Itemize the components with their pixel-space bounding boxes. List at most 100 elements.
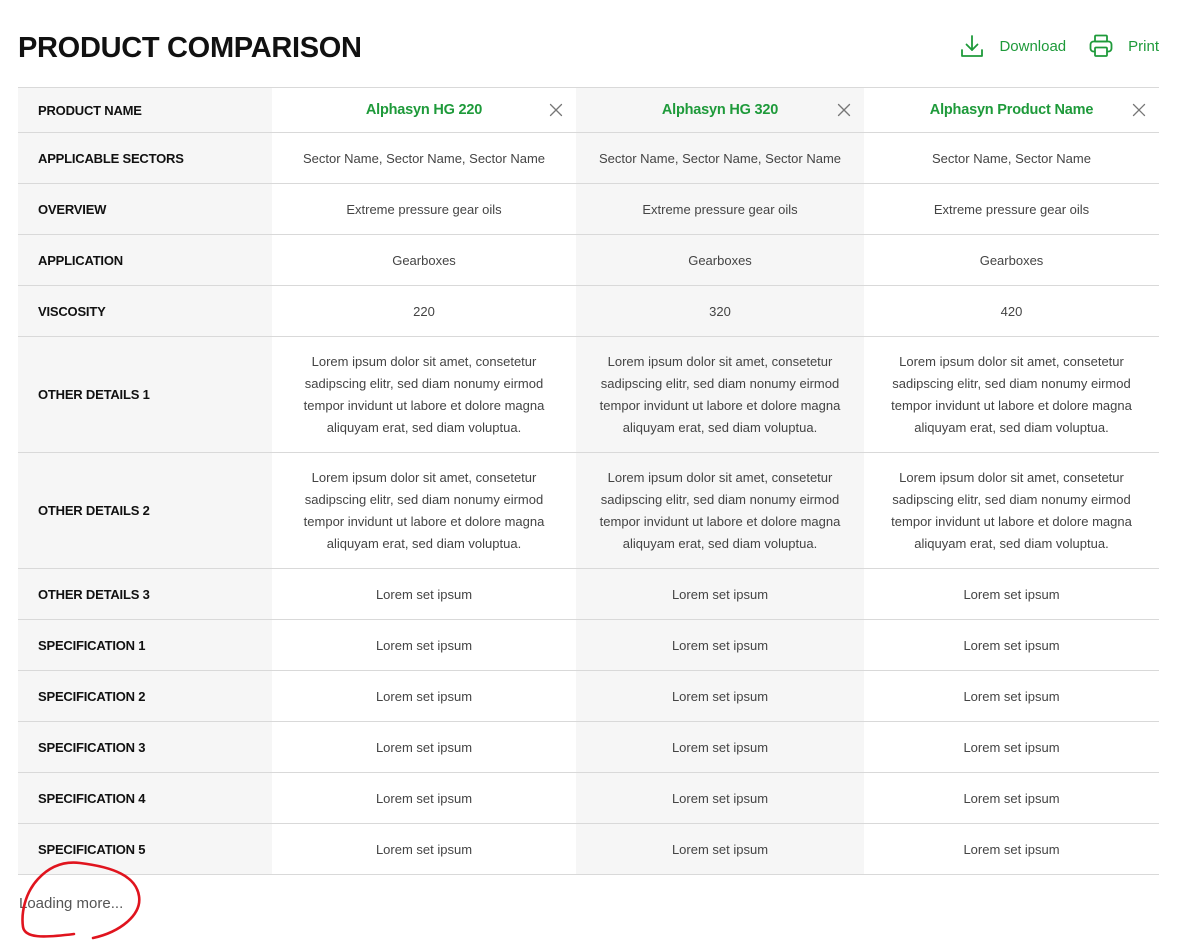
table-cell: Lorem ipsum dolor sit amet, consetetur sa… [576, 336, 864, 453]
cell-text: Lorem ipsum dolor sit amet, consetetur sa… [864, 351, 1159, 439]
close-icon [549, 103, 563, 117]
table-cell: Lorem set ipsum [576, 721, 864, 773]
row-label: APPLICATION [18, 234, 272, 286]
product-name-link[interactable]: Alphasyn HG 220 [366, 102, 482, 118]
table-cell: Lorem set ipsum [963, 739, 1060, 755]
cell-text-line: aliquyam erat, sed diam voluptua. [326, 535, 522, 551]
table-cell: 320 [576, 285, 864, 337]
table-row: VISCOSITY 220 320 420 [18, 285, 1159, 337]
cell-text-line: aliquyam erat, sed diam voluptua. [622, 535, 818, 551]
cell-text-line: aliquyam erat, sed diam voluptua. [914, 419, 1109, 435]
cell-text: Lorem ipsum dolor sit amet, consetetur sa… [272, 467, 576, 555]
cell-text-line: Lorem ipsum dolor sit amet, consetetur [311, 469, 537, 485]
table-cell: Lorem set ipsum [375, 841, 473, 857]
cell-text-line: sadipscing elitr, sed diam nonumy eirmod [600, 375, 840, 391]
row-label: OTHER DETAILS 1 [18, 336, 272, 453]
download-icon [961, 35, 984, 57]
table-cell: Lorem set ipsum [576, 772, 864, 824]
table-cell: Lorem set ipsum [963, 637, 1060, 653]
table-cell: Sector Name, Sector Name, Sector Name [576, 132, 864, 184]
table-cell: Lorem ipsum dolor sit amet, consetetur sa… [864, 337, 1159, 453]
download-button[interactable]: Download [959, 33, 1066, 59]
table-row: OVERVIEW Extreme pressure gear oils Extrem… [18, 183, 1159, 235]
cell-text: Lorem ipsum dolor sit amet, consetetur sa… [576, 467, 864, 555]
table-cell: Gearboxes [576, 234, 864, 286]
table-cell: Lorem set ipsum [375, 586, 473, 602]
table-cell: Gearboxes [392, 252, 456, 268]
cell-text-line: sadipscing elitr, sed diam nonumy eirmod [600, 491, 840, 507]
table-cell: Lorem set ipsum [375, 637, 473, 653]
cell-text-line: aliquyam erat, sed diam voluptua. [914, 535, 1109, 551]
cell-text-line: Lorem ipsum dolor sit amet, consetetur [899, 353, 1124, 369]
table-cell: Lorem set ipsum [963, 841, 1060, 857]
cell-text: Lorem ipsum dolor sit amet, consetetur sa… [272, 351, 576, 439]
table-row: OTHER DETAILS 3 Lorem set ipsum Lorem set … [18, 568, 1159, 620]
cell-text: Lorem ipsum dolor sit amet, consetetur sa… [576, 351, 864, 439]
product-column-header: Alphasyn HG 220 [272, 88, 576, 133]
cell-text-line: tempor invidunt ut labore et dolore magn… [891, 513, 1132, 529]
table-row: SPECIFICATION 2 Lorem set ipsum Lorem set … [18, 670, 1159, 722]
cell-text-line: tempor invidunt ut labore et dolore magn… [303, 397, 545, 413]
close-icon [1132, 103, 1146, 117]
cell-text-line: Lorem ipsum dolor sit amet, consetetur [607, 469, 833, 485]
row-label: OTHER DETAILS 3 [18, 568, 272, 620]
table-cell: Lorem ipsum dolor sit amet, consetetur sa… [272, 337, 576, 453]
table-row: OTHER DETAILS 2 Lorem ipsum dolor sit ame… [18, 452, 1159, 569]
page-title: PRODUCT COMPARISON [18, 32, 362, 64]
table-cell: Lorem set ipsum [576, 670, 864, 722]
table-cell: Lorem set ipsum [576, 823, 864, 875]
table-cell: Lorem set ipsum [963, 790, 1060, 806]
comparison-table-container: PRODUCT NAME Alphasyn HG 220 Alphasyn HG 3… [18, 87, 1159, 875]
table-cell: Lorem set ipsum [375, 739, 473, 755]
table-row: SPECIFICATION 3 Lorem set ipsum Lorem set … [18, 721, 1159, 773]
close-icon [837, 103, 851, 117]
remove-product-button[interactable] [1131, 102, 1147, 118]
loading-indicator: Loading more... [19, 895, 124, 912]
table-cell: Lorem ipsum dolor sit amet, consetetur sa… [272, 453, 576, 569]
product-name-link[interactable]: Alphasyn HG 320 [662, 102, 778, 118]
cell-text-line: sadipscing elitr, sed diam nonumy eirmod [304, 375, 544, 391]
table-cell: Lorem ipsum dolor sit amet, consetetur sa… [576, 452, 864, 569]
product-column-header: Alphasyn Product Name [864, 88, 1159, 133]
table-cell: 220 [413, 303, 435, 319]
cell-text-line: Lorem ipsum dolor sit amet, consetetur [899, 469, 1124, 485]
comparison-table: PRODUCT NAME Alphasyn HG 220 Alphasyn HG 3… [18, 87, 1159, 875]
table-cell: Lorem set ipsum [576, 568, 864, 620]
cell-text-line: sadipscing elitr, sed diam nonumy eirmod [304, 491, 544, 507]
table-cell: Lorem set ipsum [963, 586, 1060, 602]
row-label: SPECIFICATION 2 [18, 670, 272, 722]
remove-product-button[interactable] [548, 102, 564, 118]
download-label: Download [999, 37, 1067, 55]
cell-text-line: sadipscing elitr, sed diam nonumy eirmod [892, 491, 1131, 507]
cell-text-line: aliquyam erat, sed diam voluptua. [622, 419, 818, 435]
product-name-link[interactable]: Alphasyn Product Name [930, 102, 1094, 118]
remove-product-button[interactable] [836, 102, 852, 118]
cell-text: Lorem ipsum dolor sit amet, consetetur sa… [864, 467, 1159, 555]
table-row: APPLICABLE SECTORS Sector Name, Sector Na… [18, 132, 1159, 184]
row-label: APPLICABLE SECTORS [18, 132, 272, 184]
print-button[interactable]: Print [1088, 33, 1159, 59]
table-cell: Gearboxes [979, 252, 1044, 268]
table-cell: Extreme pressure gear oils [576, 183, 864, 235]
row-label: SPECIFICATION 5 [18, 823, 272, 875]
row-label: SPECIFICATION 1 [18, 619, 272, 671]
print-label: Print [1128, 37, 1159, 55]
cell-text-line: sadipscing elitr, sed diam nonumy eirmod [892, 375, 1131, 391]
row-label: OVERVIEW [18, 183, 272, 235]
table-row: SPECIFICATION 5 Lorem set ipsum Lorem set … [18, 823, 1159, 875]
product-column-header: Alphasyn HG 320 [576, 87, 864, 133]
table-cell: 420 [1000, 303, 1023, 319]
printer-icon [1089, 34, 1113, 57]
cell-text-line: tempor invidunt ut labore et dolore magn… [891, 397, 1132, 413]
table-cell: Lorem set ipsum [375, 688, 473, 704]
cell-text-line: tempor invidunt ut labore et dolore magn… [303, 513, 545, 529]
cell-text-line: Lorem ipsum dolor sit amet, consetetur [311, 353, 537, 369]
cell-text-line: tempor invidunt ut labore et dolore magn… [599, 397, 841, 413]
table-cell: Lorem set ipsum [576, 619, 864, 671]
table-row: SPECIFICATION 1 Lorem set ipsum Lorem set … [18, 619, 1159, 671]
table-cell: Sector Name, Sector Name, Sector Name [302, 150, 546, 166]
cell-text-line: Lorem ipsum dolor sit amet, consetetur [607, 353, 833, 369]
table-row: OTHER DETAILS 1 Lorem ipsum dolor sit ame… [18, 336, 1159, 453]
table-cell: Sector Name, Sector Name [932, 150, 1091, 166]
toolbar: Download Print [959, 33, 1159, 59]
